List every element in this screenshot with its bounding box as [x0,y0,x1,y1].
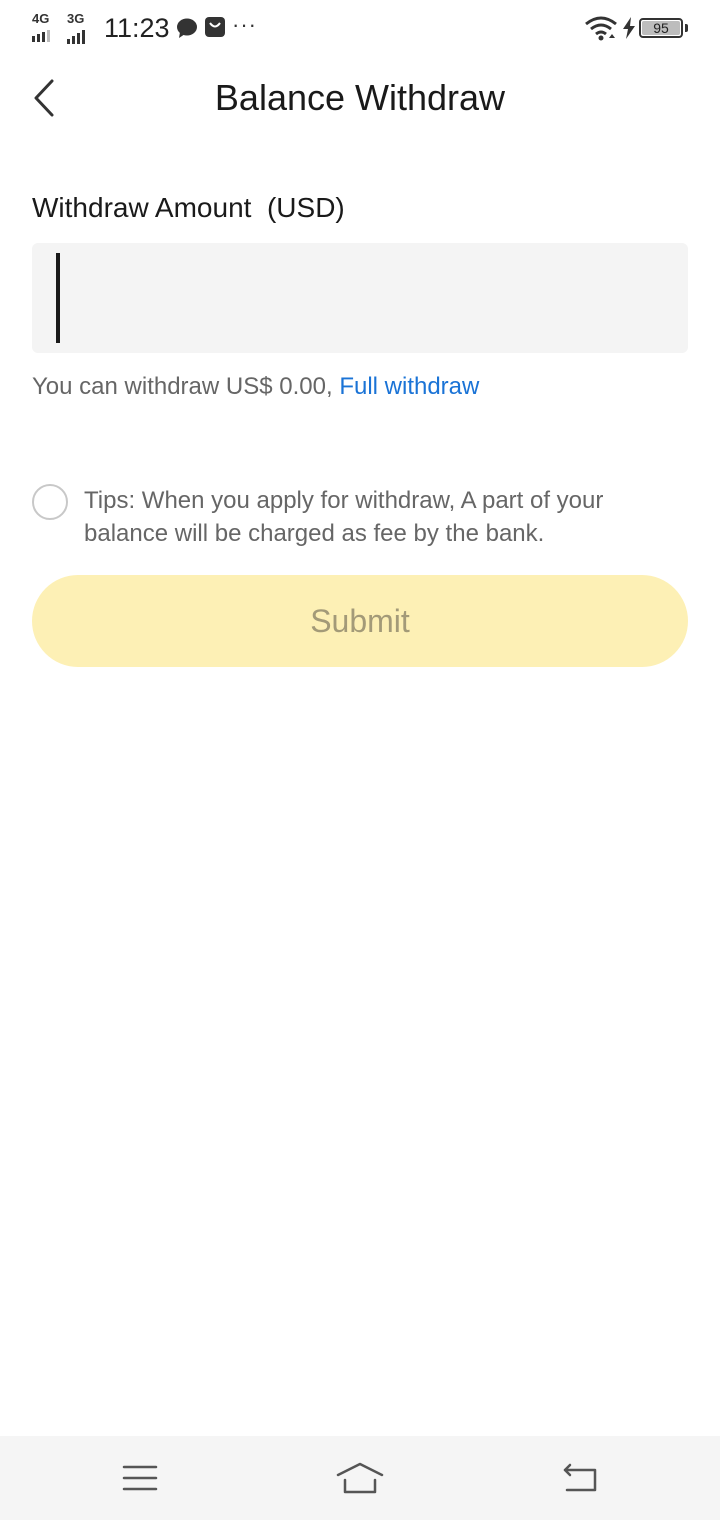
wifi-icon [585,16,617,41]
back-nav-button[interactable] [550,1458,610,1498]
battery-icon: 95 [639,18,683,38]
menu-button[interactable] [110,1458,170,1498]
withdraw-amount-label: Withdraw Amount (USD) [32,192,345,223]
tips-text: Tips: When you apply for withdraw, A par… [84,487,604,547]
available-balance-text: You can withdraw US$ 0.00, [32,373,340,400]
status-time: 11:23 [104,13,170,43]
withdraw-amount-input[interactable] [32,243,688,353]
battery-tip [685,24,688,32]
back-icon [563,1463,597,1492]
signal-4g: 4G [32,11,56,42]
battery-level: 95 [653,20,669,36]
full-withdraw-link[interactable]: Full withdraw [339,373,479,400]
more-notifications-icon: ··· [232,12,257,37]
system-nav-bar [0,1436,720,1520]
network-type-3g: 3G [67,11,85,26]
charging-icon [623,17,635,39]
signal-bars-icon [32,30,50,42]
shopping-bag-icon [205,17,225,37]
home-button[interactable] [330,1458,390,1498]
page-title: Balance Withdraw [214,77,506,118]
status-bar: 4G 3G 11:23 ··· 95 [0,0,720,56]
available-balance-line: You can withdraw US$ 0.00, Full withdraw [32,371,479,403]
text-cursor [56,253,60,343]
menu-icon [122,1465,158,1491]
network-type-4g: 4G [32,11,50,26]
home-icon [336,1462,384,1494]
signal-3g: 3G [67,11,91,44]
chat-bubble-icon [177,18,197,38]
tips-agree-checkbox[interactable] [32,484,68,520]
signal-bars-icon [67,30,85,44]
submit-button[interactable]: Submit [32,575,688,667]
